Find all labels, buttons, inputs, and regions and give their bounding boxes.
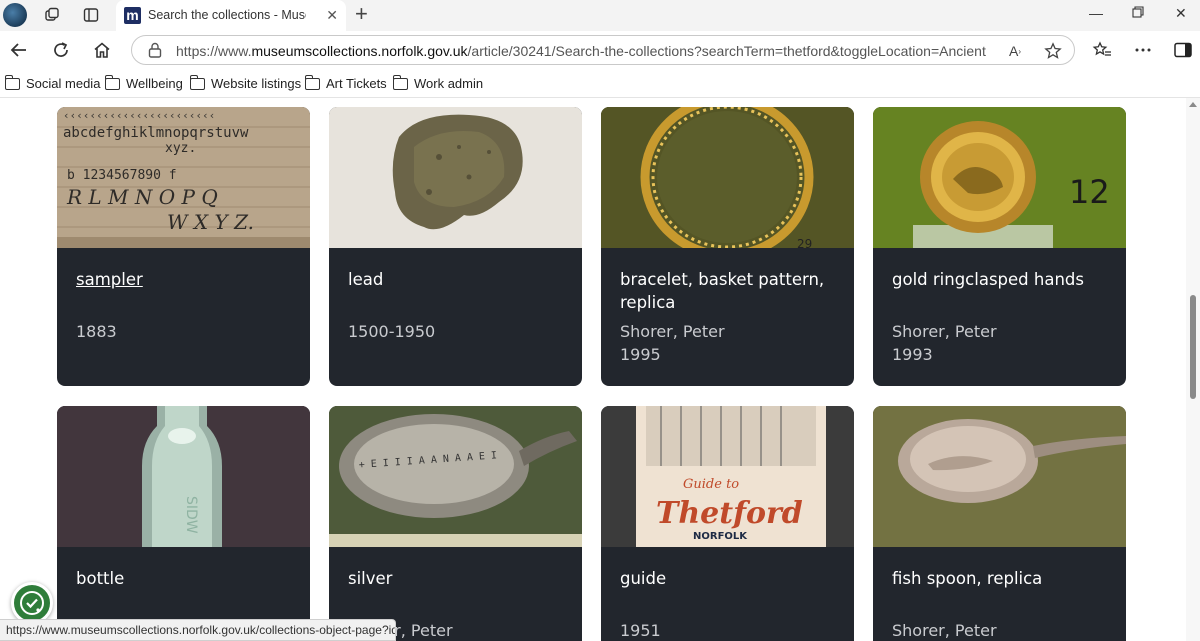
guide-image: Guide to Thetford NORFOLK (601, 406, 854, 547)
card-title[interactable]: sampler (76, 269, 291, 292)
vertical-tabs-icon[interactable] (80, 4, 102, 26)
search-results-grid: ‹‹‹‹‹‹‹‹‹‹‹‹‹‹‹‹‹‹‹‹‹‹‹ abcdefghiklmnopq… (0, 98, 1186, 641)
svg-text:R L M N O P Q: R L M N O P Q (66, 185, 218, 209)
svg-text:Guide to: Guide to (683, 477, 739, 492)
svg-text:xyz.: xyz. (165, 141, 196, 156)
restore-icon[interactable] (1132, 5, 1144, 21)
url-domain: museumscollections.norfolk.gov.uk (251, 43, 468, 59)
favorite-star-icon[interactable] (1042, 40, 1064, 62)
url-text[interactable]: https://www.museumscollections.norfolk.g… (176, 43, 986, 59)
bookmark-folder-website-listings[interactable]: Website listings (189, 74, 301, 91)
cookie-consent-icon[interactable] (11, 582, 53, 624)
bookmark-folder-art-tickets[interactable]: Art Tickets (304, 74, 387, 91)
card-maker: Shorer, Peter (892, 621, 997, 640)
svg-text:b 1234567890 f: b 1234567890 f (67, 168, 177, 183)
close-window-icon[interactable]: ✕ (1175, 5, 1187, 22)
card-title[interactable]: lead (348, 269, 563, 292)
bookmarks-bar: Social media Wellbeing Website listings … (0, 69, 1200, 98)
home-icon[interactable] (89, 37, 115, 63)
card-maker: Shorer, Peter (620, 322, 725, 341)
bottle-image: SIDW (57, 406, 310, 547)
card-title[interactable]: silver (348, 568, 563, 591)
active-tab[interactable]: m Search the collections - Museums ✕ (116, 0, 346, 31)
card-title[interactable]: bottle (76, 568, 291, 591)
museum-favicon-icon: m (124, 7, 141, 24)
more-options-icon[interactable] (1130, 37, 1156, 63)
svg-text:Thetford: Thetford (656, 496, 803, 531)
result-card[interactable]: ‹‹‹‹‹‹‹‹‹‹‹‹‹‹‹‹‹‹‹‹‹‹‹ abcdefghiklmnopq… (57, 107, 310, 386)
folder-icon (392, 74, 408, 90)
result-card[interactable]: lead 1500-1950 (329, 107, 582, 386)
sidebar-toggle-icon[interactable] (1170, 37, 1196, 63)
back-icon[interactable] (6, 37, 32, 63)
favorites-list-icon[interactable] (1089, 37, 1115, 63)
result-card[interactable]: + E I I I A A N A A E I silver Shorer, P… (329, 406, 582, 641)
card-maker: Shorer, Peter (892, 322, 997, 341)
profile-avatar[interactable] (3, 3, 27, 27)
svg-text:SIDW: SIDW (183, 496, 199, 534)
lead-image (329, 107, 582, 248)
folder-icon (104, 74, 120, 90)
page-scrollbar[interactable] (1186, 98, 1200, 641)
refresh-icon[interactable] (48, 37, 74, 63)
bookmark-folder-wellbeing[interactable]: Wellbeing (104, 74, 183, 91)
new-tab-icon[interactable]: + (355, 3, 368, 25)
ring-image: 12 (873, 107, 1126, 248)
svg-text:29: 29 (797, 237, 812, 248)
navigation-bar: https://www.museumscollections.norfolk.g… (0, 31, 1200, 69)
bookmark-folder-work-admin[interactable]: Work admin (392, 74, 483, 91)
card-date: 1995 (620, 345, 661, 364)
scroll-up-arrow-icon[interactable] (1189, 102, 1197, 107)
svg-text:NORFOLK: NORFOLK (693, 531, 748, 542)
card-date: 1500-1950 (348, 322, 436, 341)
card-date: 1883 (76, 322, 117, 341)
card-date: 1993 (892, 345, 933, 364)
svg-text:12: 12 (1069, 173, 1110, 211)
spoon-image: + E I I I A A N A A E I (329, 406, 582, 547)
bracelet-image: 29 (601, 107, 854, 248)
result-card[interactable]: Guide to Thetford NORFOLK guide 1951 (601, 406, 854, 641)
tab-strip: m Search the collections - Museums ✕ + —… (0, 0, 1200, 31)
card-title[interactable]: guide (620, 568, 835, 591)
bookmark-folder-social-media[interactable]: Social media (4, 74, 100, 91)
result-card[interactable]: SIDW bottle (57, 406, 310, 641)
svg-text:W X Y Z.: W X Y Z. (167, 210, 254, 234)
fish-spoon-image (873, 406, 1126, 547)
minimize-icon[interactable]: — (1089, 5, 1103, 21)
folder-icon (304, 74, 320, 90)
card-title[interactable]: bracelet, basket pattern, replica (620, 269, 835, 314)
folder-icon (189, 74, 205, 90)
read-aloud-icon[interactable]: A › (1004, 40, 1026, 62)
card-title[interactable]: gold ringclasped hands (892, 269, 1107, 292)
result-card[interactable]: fish spoon, replica Shorer, Peter (873, 406, 1126, 641)
result-card[interactable]: 12 gold ringclasped hands Shorer, Peter … (873, 107, 1126, 386)
card-title[interactable]: fish spoon, replica (892, 568, 1107, 591)
lock-icon[interactable] (148, 42, 162, 63)
address-bar[interactable]: https://www.museumscollections.norfolk.g… (131, 35, 1075, 65)
result-card[interactable]: 29 bracelet, basket pattern, replica Sho… (601, 107, 854, 386)
card-date: 1951 (620, 621, 661, 640)
svg-text:abcdefghiklmnopqrstuvw: abcdefghiklmnopqrstuvw (63, 125, 249, 141)
close-tab-icon[interactable]: ✕ (326, 7, 338, 24)
tab-title: Search the collections - Museums (148, 8, 306, 22)
sampler-image: ‹‹‹‹‹‹‹‹‹‹‹‹‹‹‹‹‹‹‹‹‹‹‹ abcdefghiklmnopq… (57, 107, 310, 248)
svg-text:‹‹‹‹‹‹‹‹‹‹‹‹‹‹‹‹‹‹‹‹‹‹‹: ‹‹‹‹‹‹‹‹‹‹‹‹‹‹‹‹‹‹‹‹‹‹‹ (63, 109, 215, 122)
scrollbar-thumb[interactable] (1190, 295, 1196, 399)
folder-icon (4, 74, 20, 90)
workspaces-icon[interactable] (41, 4, 63, 26)
link-status-bar: https://www.museumscollections.norfolk.g… (0, 619, 396, 641)
